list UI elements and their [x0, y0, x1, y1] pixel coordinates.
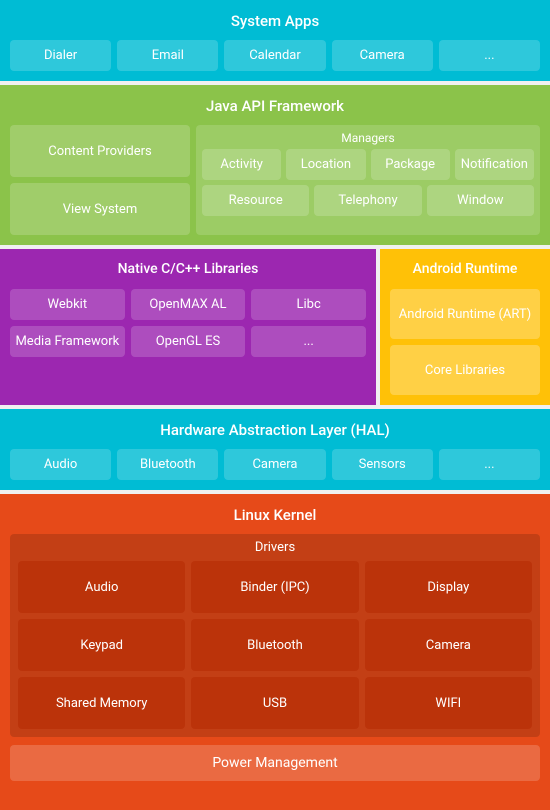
lib-libc: Libc: [251, 289, 366, 320]
runtime-core-libs: Core Libraries: [390, 345, 540, 395]
app-camera: Camera: [332, 40, 433, 71]
manager-package: Package: [371, 149, 450, 180]
lib-media: Media Framework: [10, 326, 125, 357]
hal-row: Audio Bluetooth Camera Sensors ...: [10, 449, 540, 480]
driver-usb: USB: [191, 677, 358, 729]
managers-row1: Activity Location Package Notification: [202, 149, 534, 180]
managers-row2: Resource Telephony Window: [202, 185, 534, 216]
drivers-box: Drivers Audio Binder (IPC) Display Keypa…: [10, 534, 540, 737]
linux-section: Linux Kernel Drivers Audio Binder (IPC) …: [0, 494, 550, 810]
native-runtime-row: Native C/C++ Libraries Webkit OpenMAX AL…: [0, 249, 550, 405]
driver-bluetooth: Bluetooth: [191, 619, 358, 671]
runtime-art: Android Runtime (ART): [390, 289, 540, 339]
manager-activity: Activity: [202, 149, 281, 180]
app-calendar: Calendar: [224, 40, 325, 71]
lib-more: ...: [251, 326, 366, 357]
driver-keypad: Keypad: [18, 619, 185, 671]
manager-window: Window: [427, 185, 534, 216]
hal-more: ...: [439, 449, 540, 480]
power-management: Power Management: [10, 745, 540, 781]
manager-telephony: Telephony: [314, 185, 421, 216]
hal-label: Hardware Abstraction Layer (HAL): [10, 415, 540, 445]
native-section: Native C/C++ Libraries Webkit OpenMAX AL…: [0, 249, 376, 405]
java-api-section: Java API Framework Content Providers Vie…: [0, 85, 550, 245]
hal-section: Hardware Abstraction Layer (HAL) Audio B…: [0, 409, 550, 490]
lib-opengl: OpenGL ES: [131, 326, 246, 357]
linux-label: Linux Kernel: [10, 500, 540, 530]
manager-notification: Notification: [455, 149, 534, 180]
native-label: Native C/C++ Libraries: [10, 255, 366, 283]
drivers-grid: Audio Binder (IPC) Display Keypad Blueto…: [18, 561, 532, 729]
app-more: ...: [439, 40, 540, 71]
hal-audio: Audio: [10, 449, 111, 480]
runtime-label: Android Runtime: [390, 255, 540, 283]
system-apps-row: Dialer Email Calendar Camera ...: [10, 40, 540, 71]
driver-binder: Binder (IPC): [191, 561, 358, 613]
java-left: Content Providers View System: [10, 125, 190, 235]
manager-location: Location: [286, 149, 365, 180]
driver-audio: Audio: [18, 561, 185, 613]
content-providers: Content Providers: [10, 125, 190, 177]
runtime-grid: Android Runtime (ART) Core Libraries: [390, 289, 540, 395]
driver-wifi: WIFI: [365, 677, 532, 729]
lib-webkit: Webkit: [10, 289, 125, 320]
system-apps-section: System Apps Dialer Email Calendar Camera…: [0, 0, 550, 81]
manager-resource: Resource: [202, 185, 309, 216]
hal-sensors: Sensors: [332, 449, 433, 480]
driver-shared-memory: Shared Memory: [18, 677, 185, 729]
app-dialer: Dialer: [10, 40, 111, 71]
managers-box: Managers Activity Location Package Notif…: [196, 125, 540, 235]
native-grid: Webkit OpenMAX AL Libc Media Framework O…: [10, 289, 366, 357]
view-system: View System: [10, 183, 190, 235]
system-apps-label: System Apps: [10, 6, 540, 36]
runtime-section: Android Runtime Android Runtime (ART) Co…: [380, 249, 550, 405]
app-email: Email: [117, 40, 218, 71]
hal-bluetooth: Bluetooth: [117, 449, 218, 480]
java-api-label: Java API Framework: [10, 91, 540, 121]
lib-openmax: OpenMAX AL: [131, 289, 246, 320]
managers-label: Managers: [202, 131, 534, 145]
driver-display: Display: [365, 561, 532, 613]
java-api-inner: Content Providers View System Managers A…: [10, 125, 540, 235]
driver-camera: Camera: [365, 619, 532, 671]
hal-camera: Camera: [224, 449, 325, 480]
drivers-label: Drivers: [18, 540, 532, 555]
